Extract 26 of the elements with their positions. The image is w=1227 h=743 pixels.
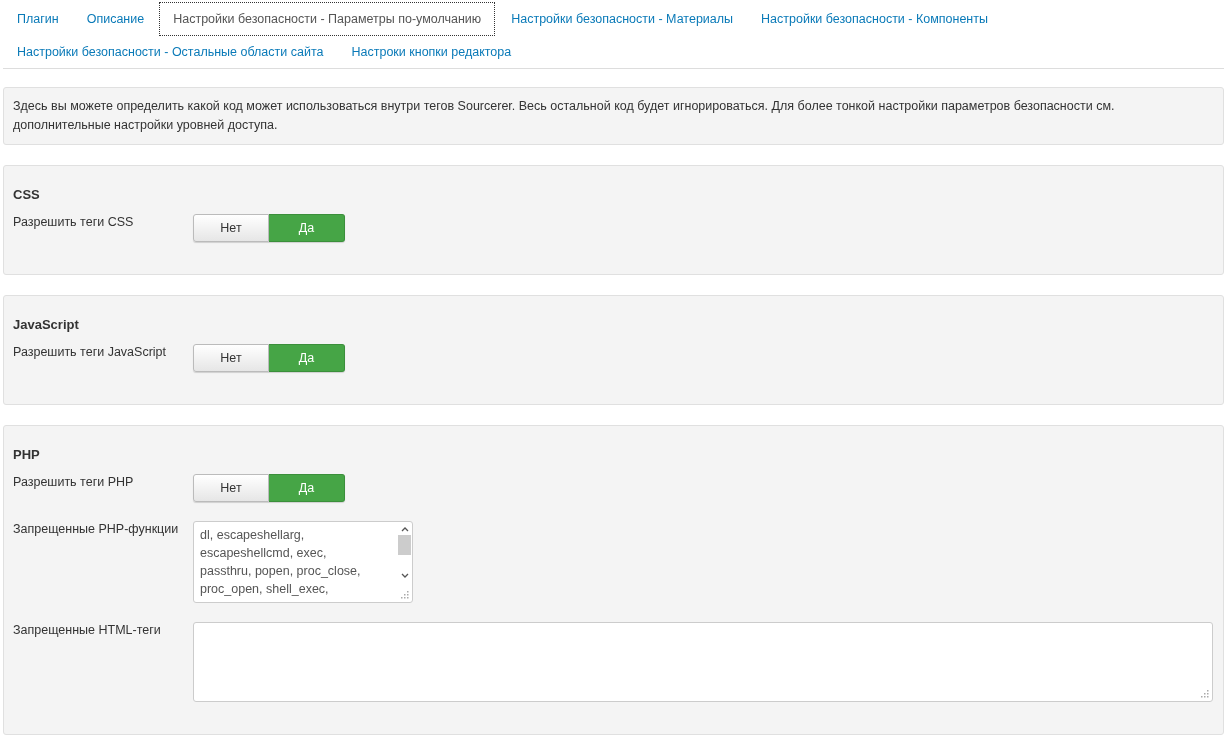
toggle-option[interactable]: Да — [269, 344, 345, 372]
section-title: PHP — [13, 447, 41, 462]
resize-grip-icon[interactable] — [1201, 690, 1209, 698]
section-title: CSS — [13, 187, 41, 202]
toggle-option[interactable]: Нет — [193, 344, 269, 372]
tab[interactable]: Настройки безопасности - Компоненты — [747, 2, 1002, 36]
field-label: Запрещенные HTML-теги — [13, 622, 162, 637]
tab[interactable]: Настройки безопасности - Материалы — [497, 2, 748, 36]
toggle-option[interactable]: Да — [269, 474, 345, 502]
tab[interactable]: Настройки безопасности - Остальные области сайта — [3, 35, 338, 69]
text-area[interactable]: dl, escapeshellarg, escapeshellcmd, exec, passthru, popen, proc_close, proc_open, shell_exec, — [193, 521, 413, 603]
tab[interactable]: Настройки безопасности - Параметры по-умолчанию — [159, 2, 496, 36]
resize-grip-icon[interactable] — [401, 591, 409, 599]
toggle-option[interactable]: Нет — [193, 474, 269, 502]
field-label: Разрешить теги PHP — [13, 474, 135, 489]
field-label: Разрешить теги JavaScript — [13, 344, 167, 359]
field-label: Запрещенные PHP-функции — [13, 521, 180, 536]
tab[interactable]: Описание — [72, 2, 159, 36]
toggle-option[interactable]: Да — [269, 214, 345, 242]
tab[interactable]: Плагин — [3, 2, 73, 36]
text-area[interactable] — [193, 622, 1213, 702]
section-title: JavaScript — [13, 317, 80, 332]
tab[interactable]: Настроки кнопки редактора — [337, 35, 526, 69]
toggle-option[interactable]: Нет — [193, 214, 269, 242]
info-message: Здесь вы можете определить какой код может использоваться внутри тегов Sourcerer. Весь остальной код будет игнорироваться. Для более тонкой настройки параметров безопасности см. дополнительные настройки уровней доступа. — [3, 87, 1224, 145]
field-label: Разрешить теги CSS — [13, 214, 135, 229]
